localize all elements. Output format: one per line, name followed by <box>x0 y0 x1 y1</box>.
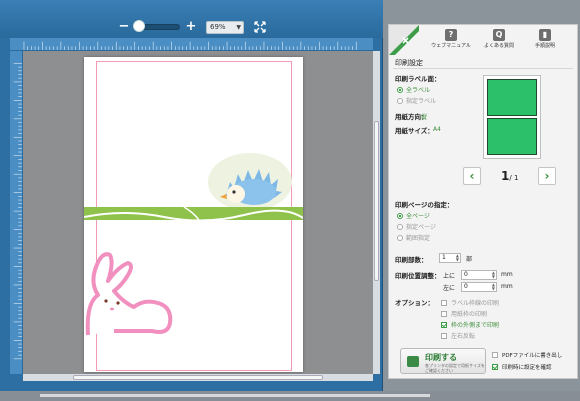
paper-size-value: A4 <box>433 126 441 133</box>
zoom-select[interactable]: 69% ▼ <box>206 21 244 34</box>
checkbox-icon <box>492 352 498 358</box>
option-mirror[interactable]: 左右反転 <box>441 331 475 340</box>
option-print-outside-frame[interactable]: 枠の外側まで印刷 <box>441 320 499 329</box>
radio-specified-pages[interactable]: 指定ページ <box>397 222 436 231</box>
bottom-bar <box>0 391 580 401</box>
next-page-button[interactable]: › <box>538 167 556 185</box>
bookmark-icon: ▮ <box>539 29 551 41</box>
horizontal-ruler <box>10 38 373 51</box>
printer-icon <box>407 356 419 367</box>
web-manual-link[interactable]: ? ウェブマニュアル <box>429 29 473 50</box>
print-preview-thumbnail <box>483 75 541 159</box>
editing-canvas[interactable] <box>23 51 373 374</box>
preview-label-2 <box>487 118 537 155</box>
radio-icon <box>397 224 403 230</box>
zoom-toolbar: − + 69% ▼ <box>0 0 383 38</box>
app-window: − + 69% ▼ ? ウェブマニュアル Q よくある質問 ▮ 手順説明 印刷設… <box>0 0 580 401</box>
vertical-ruler <box>10 51 23 374</box>
stepper-arrows-icon[interactable]: ▲ ▼ <box>492 283 495 291</box>
checkbox-checked-icon <box>441 322 447 328</box>
paper-orientation-value: 縦 <box>421 114 428 121</box>
position-top-label: 上に <box>443 273 456 280</box>
green-leaf-band[interactable] <box>84 207 303 220</box>
checkbox-icon <box>441 333 447 339</box>
paper-sheet <box>84 57 303 372</box>
position-left-input[interactable]: 0 ▲ ▼ <box>461 282 497 292</box>
print-label-side-heading: 印刷ラベル面： <box>395 75 441 83</box>
scrollbar-thumb[interactable] <box>374 121 379 281</box>
horizontal-scrollbar[interactable] <box>23 374 373 381</box>
scrollbar-thumb[interactable] <box>73 375 323 380</box>
close-panel-icon[interactable] <box>389 25 419 55</box>
radio-specified-labels[interactable]: 指定ラベル <box>397 96 436 105</box>
option-label-border[interactable]: ラベル枠線の印刷 <box>441 298 499 307</box>
radio-icon <box>397 98 403 104</box>
previous-page-button[interactable]: ‹ <box>463 167 481 185</box>
print-page-heading: 印刷ページの指定： <box>395 201 454 209</box>
print-button[interactable]: 印刷する 各プリンタの設定で用紙サイズをご確認ください <box>400 348 486 374</box>
divider <box>393 68 573 69</box>
divider <box>40 394 430 397</box>
vertical-scrollbar[interactable] <box>373 51 380 374</box>
chevron-down-icon: ▼ <box>236 24 241 31</box>
hedgehog-illustration[interactable] <box>206 152 296 214</box>
position-top-input[interactable]: 0 ▲ ▼ <box>461 270 497 280</box>
panel-header: ? ウェブマニュアル Q よくある質問 ▮ 手順説明 <box>389 25 577 56</box>
rabbit-illustration[interactable] <box>84 243 184 339</box>
zoom-out-button[interactable]: − <box>118 20 130 34</box>
position-left-unit: mm <box>501 283 513 290</box>
position-adjust-label: 印刷位置調整： <box>395 272 441 280</box>
stepper-arrows-icon[interactable]: ▲ ▼ <box>492 271 495 279</box>
checkbox-icon <box>441 311 447 317</box>
options-heading: オプション： <box>395 299 434 307</box>
radio-icon <box>397 213 403 219</box>
fit-to-screen-icon[interactable] <box>254 21 266 33</box>
stepper-arrows-icon[interactable]: ▲ ▼ <box>456 254 459 262</box>
confirm-settings-checkbox[interactable]: 印刷時に設定を確認 <box>492 363 552 371</box>
preview-label-1 <box>487 79 537 116</box>
option-paper-border[interactable]: 用紙枠の印刷 <box>441 309 487 318</box>
position-top-unit: mm <box>501 271 513 278</box>
chat-question-icon: Q <box>493 29 505 41</box>
zoom-slider-handle[interactable] <box>133 20 145 32</box>
page-indicator: 1/ 1 <box>501 169 519 183</box>
zoom-in-button[interactable]: + <box>185 20 197 34</box>
radio-icon <box>397 87 403 93</box>
zoom-value: 69% <box>210 23 226 31</box>
position-left-label: 左に <box>443 285 456 292</box>
radio-icon <box>397 235 403 241</box>
export-pdf-checkbox[interactable]: PDFファイルに書き出し <box>492 351 562 359</box>
checkbox-checked-icon <box>492 364 498 370</box>
radio-page-range[interactable]: 範囲指定 <box>397 233 430 242</box>
editor-area: − + 69% ▼ <box>0 0 383 391</box>
print-settings-panel: ? ウェブマニュアル Q よくある質問 ▮ 手順説明 印刷設定 印刷ラベル面： … <box>388 24 578 379</box>
question-icon: ? <box>445 29 457 41</box>
faq-link[interactable]: Q よくある質問 <box>477 29 521 50</box>
panel-title: 印刷設定 <box>395 59 423 67</box>
copies-unit: 部 <box>466 256 473 263</box>
checkbox-icon <box>441 300 447 306</box>
radio-all-labels[interactable]: 全ラベル <box>397 85 430 94</box>
copies-label: 印刷部数： <box>395 256 428 264</box>
procedure-guide-link[interactable]: ▮ 手順説明 <box>523 29 567 50</box>
radio-all-pages[interactable]: 全ページ <box>397 211 430 220</box>
copies-input[interactable]: 1 ▲ ▼ <box>439 253 461 263</box>
paper-size-label: 用紙サイズ： <box>395 127 434 135</box>
